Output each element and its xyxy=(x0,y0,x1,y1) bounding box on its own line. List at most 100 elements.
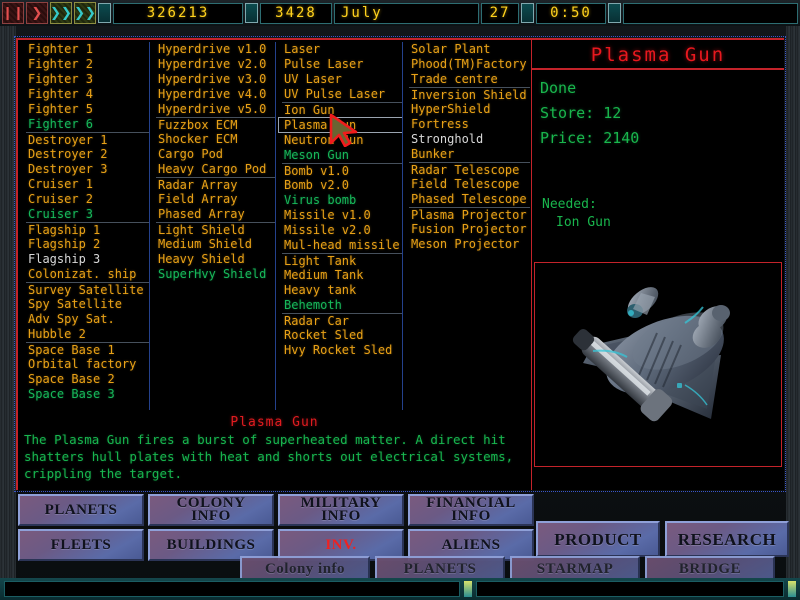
inventory-item[interactable]: Spy Satellite xyxy=(26,297,149,312)
inventory-item[interactable]: Fighter 6 xyxy=(26,117,149,132)
inventory-item[interactable]: Field Telescope xyxy=(409,177,530,192)
inventory-item[interactable]: Bomb v1.0 xyxy=(282,163,402,178)
research-button[interactable]: RESEARCH xyxy=(665,521,789,557)
military-info-button[interactable]: MILITARY INFO xyxy=(278,494,404,526)
inventory-item[interactable]: Cargo Pod xyxy=(156,147,275,162)
inventory-item[interactable]: Missile v2.0 xyxy=(282,223,402,238)
inventory-item[interactable]: Light Shield xyxy=(156,222,275,237)
inventory-item[interactable]: Solar Plant xyxy=(409,42,530,57)
product-button[interactable]: PRODUCT xyxy=(536,521,660,557)
inventory-item[interactable]: Behemoth xyxy=(282,298,402,313)
inventory-item[interactable]: Bomb v2.0 xyxy=(282,178,402,193)
inventory-item[interactable]: Destroyer 3 xyxy=(26,162,149,177)
inventory-column-structures[interactable]: Solar Plant Phood(TM)Factory Trade centre I… xyxy=(403,42,530,410)
inventory-item[interactable]: Laser xyxy=(282,42,402,57)
inventory-item[interactable]: Cruiser 2 xyxy=(26,192,149,207)
inventory-item[interactable]: Hyperdrive v4.0 xyxy=(156,87,275,102)
status-pip-right xyxy=(788,581,796,597)
inventory-item[interactable]: Neutron Gun xyxy=(282,133,402,148)
inventory-item[interactable]: Flagship 1 xyxy=(26,222,149,237)
button-label-line2: INFO xyxy=(191,508,231,524)
inventory-item[interactable]: Plasma Projector xyxy=(409,207,530,222)
inventory-item[interactable]: Fighter 4 xyxy=(26,87,149,102)
inventory-column-ships[interactable]: Fighter 1 Fighter 2 Fighter 3 Fighter 4 Figh… xyxy=(20,42,150,410)
inventory-item[interactable]: Destroyer 1 xyxy=(26,132,149,147)
inventory-item[interactable]: Phased Telescope xyxy=(409,192,530,207)
inventory-item[interactable]: Missile v1.0 xyxy=(282,208,402,223)
inventory-item[interactable]: Pulse Laser xyxy=(282,57,402,72)
inventory-item[interactable]: Heavy tank xyxy=(282,283,402,298)
inventory-item[interactable]: Space Base 2 xyxy=(26,372,149,387)
inventory-item[interactable]: Space Base 3 xyxy=(26,387,149,402)
inventory-column-weapons[interactable]: Laser Pulse Laser UV Laser UV Pulse Laser Io… xyxy=(276,42,403,410)
inventory-item[interactable]: Stronghold xyxy=(409,132,530,147)
inventory-item[interactable]: Phood(TM)Factory xyxy=(409,57,530,72)
inventory-item[interactable]: Colonizat. ship xyxy=(26,267,149,282)
inventory-item[interactable]: Hvy Rocket Sled xyxy=(282,343,402,358)
inventory-item[interactable]: Light Tank xyxy=(282,253,402,268)
inventory-item[interactable]: Heavy Shield xyxy=(156,252,275,267)
fast-forward-button[interactable]: ❯❯ xyxy=(50,2,72,24)
inventory-item[interactable]: Hyperdrive v5.0 xyxy=(156,102,275,117)
inventory-item[interactable]: Medium Shield xyxy=(156,237,275,252)
detail-status: Done xyxy=(540,79,577,97)
inventory-item[interactable]: Survey Satellite xyxy=(26,282,149,297)
fastest-forward-button[interactable]: ❯❯ xyxy=(74,2,96,24)
inventory-item[interactable]: Space Base 1 xyxy=(26,342,149,357)
inventory-item[interactable]: Hyperdrive v1.0 xyxy=(156,42,275,57)
inventory-item[interactable]: Adv Spy Sat. xyxy=(26,312,149,327)
play-button[interactable]: ❯ xyxy=(26,2,48,24)
inventory-item[interactable]: Inversion Shield xyxy=(409,87,530,102)
inventory-item[interactable]: Trade centre xyxy=(409,72,530,87)
inventory-item[interactable]: Medium Tank xyxy=(282,268,402,283)
starmap-bottom-button[interactable]: STARMAP xyxy=(510,556,640,578)
inventory-item[interactable]: Virus bomb xyxy=(282,193,402,208)
inventory-item[interactable]: Cruiser 3 xyxy=(26,207,149,222)
inventory-item[interactable]: Fighter 3 xyxy=(26,72,149,87)
inventory-column-systems[interactable]: Hyperdrive v1.0 Hyperdrive v2.0 Hyperdrive… xyxy=(150,42,276,410)
inventory-item[interactable]: Fortress xyxy=(409,117,530,132)
inventory-item[interactable]: Ion Gun xyxy=(282,102,402,117)
inventory-item[interactable]: Hyperdrive v3.0 xyxy=(156,72,275,87)
inventory-item[interactable]: Plasma Gun xyxy=(278,117,402,133)
pause-button[interactable]: ❙❙ xyxy=(2,2,24,24)
inventory-item[interactable]: Bunker xyxy=(409,147,530,162)
button-label-line2: INFO xyxy=(451,508,491,524)
inventory-item[interactable]: Shocker ECM xyxy=(156,132,275,147)
inventory-item[interactable]: Radar Telescope xyxy=(409,162,530,177)
inventory-item[interactable]: Fusion Projector xyxy=(409,222,530,237)
inventory-item[interactable]: Flagship 3 xyxy=(26,252,149,267)
inventory-item[interactable]: Meson Projector xyxy=(409,237,530,252)
inventory-item[interactable]: Mul-head missile xyxy=(282,238,402,253)
colony-info-bottom-button[interactable]: Colony info xyxy=(240,556,370,578)
inventory-panel: Fighter 1 Fighter 2 Fighter 3 Fighter 4 Figh… xyxy=(14,36,786,492)
inventory-item[interactable]: HyperShield xyxy=(409,102,530,117)
inventory-item[interactable]: Phased Array xyxy=(156,207,275,222)
inventory-item[interactable]: UV Pulse Laser xyxy=(282,87,402,102)
financial-info-button[interactable]: FINANCIAL INFO xyxy=(408,494,534,526)
planets-button[interactable]: PLANETS xyxy=(18,494,144,526)
planets-bottom-button[interactable]: PLANETS xyxy=(375,556,505,578)
inventory-item[interactable]: Hyperdrive v2.0 xyxy=(156,57,275,72)
colony-info-button[interactable]: COLONY INFO xyxy=(148,494,274,526)
inventory-item[interactable]: Orbital factory xyxy=(26,357,149,372)
inventory-item[interactable]: Flagship 2 xyxy=(26,237,149,252)
inventory-item[interactable]: SuperHvy Shield xyxy=(156,267,275,282)
inventory-item[interactable]: Radar Array xyxy=(156,177,275,192)
inventory-item[interactable]: Rocket Sled xyxy=(282,328,402,343)
inventory-item[interactable]: Hubble 2 xyxy=(26,327,149,342)
inventory-item[interactable]: UV Laser xyxy=(282,72,402,87)
fleets-button[interactable]: FLEETS xyxy=(18,529,144,561)
inventory-item[interactable]: Fuzzbox ECM xyxy=(156,117,275,132)
bridge-bottom-button[interactable]: BRIDGE xyxy=(645,556,775,578)
inventory-item[interactable]: Destroyer 2 xyxy=(26,147,149,162)
inventory-item[interactable]: Radar Car xyxy=(282,313,402,328)
inventory-item[interactable]: Heavy Cargo Pod xyxy=(156,162,275,177)
inventory-item[interactable]: Field Array xyxy=(156,192,275,207)
inventory-item[interactable]: Fighter 1 xyxy=(26,42,149,57)
inventory-item[interactable]: Cruiser 1 xyxy=(26,177,149,192)
inventory-item[interactable]: Meson Gun xyxy=(282,148,402,163)
detail-store: Store: 12 xyxy=(540,101,784,126)
inventory-item[interactable]: Fighter 5 xyxy=(26,102,149,117)
inventory-item[interactable]: Fighter 2 xyxy=(26,57,149,72)
